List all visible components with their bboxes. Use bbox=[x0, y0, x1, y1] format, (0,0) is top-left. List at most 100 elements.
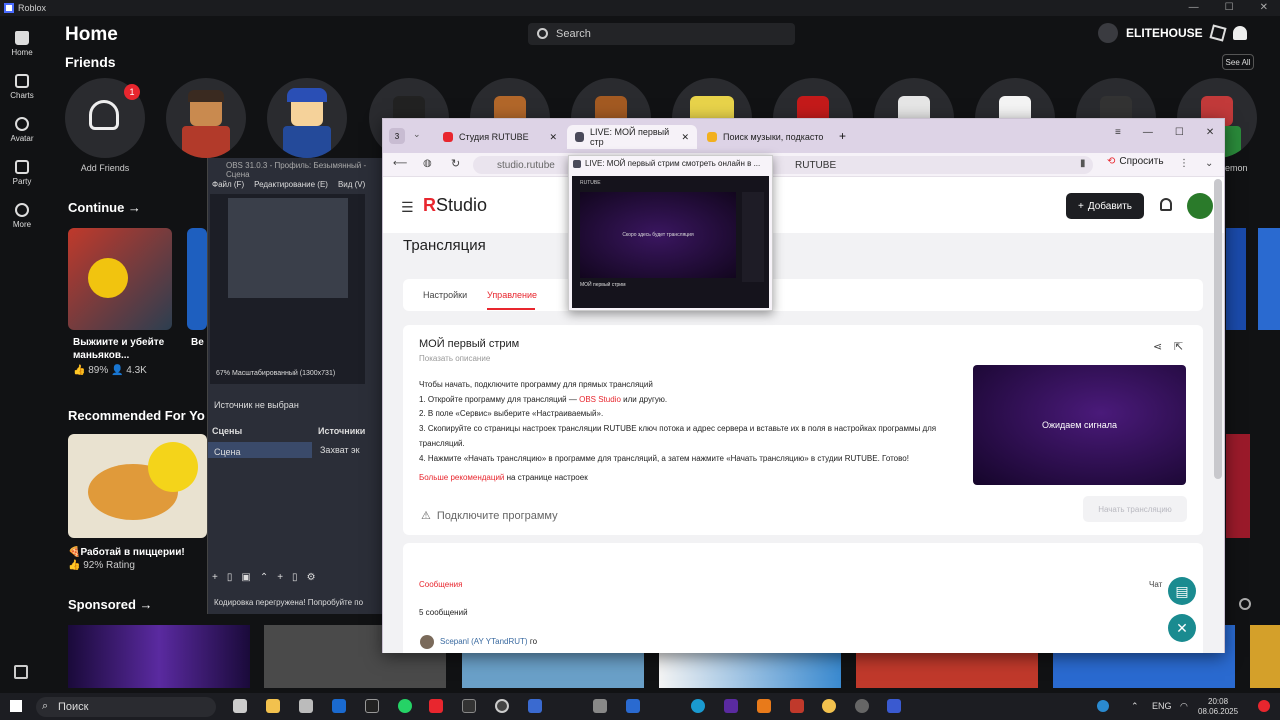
tab-live-stream[interactable]: LIVE: МОЙ первый стр ✕ bbox=[567, 125, 697, 149]
obs-menu-view[interactable]: Вид (V) bbox=[338, 180, 365, 189]
info-icon[interactable] bbox=[1239, 598, 1251, 610]
close-icon[interactable]: ✕ bbox=[1260, 2, 1268, 13]
amazon-icon[interactable] bbox=[365, 699, 379, 713]
clock[interactable]: 20:08 08.06.2025 bbox=[1198, 697, 1238, 717]
url-field[interactable]: studio.rutube RUTUBE bbox=[473, 156, 1093, 174]
obs-preview[interactable]: 67% Масштабированный (1300x731) bbox=[210, 194, 365, 384]
outlook-icon[interactable] bbox=[332, 699, 346, 713]
continue-title[interactable]: Continue → bbox=[68, 200, 141, 215]
app-icon[interactable] bbox=[757, 699, 771, 713]
show-description-link[interactable]: Показать описание bbox=[419, 354, 490, 363]
user-avatar[interactable] bbox=[1187, 193, 1213, 219]
nav-avatar[interactable]: Avatar bbox=[0, 108, 44, 151]
wifi-icon[interactable]: ◠ bbox=[1180, 701, 1188, 712]
filter-icon[interactable]: ▣ bbox=[241, 572, 250, 583]
tab-settings[interactable]: Настройки bbox=[423, 290, 467, 300]
game-tile[interactable] bbox=[187, 228, 207, 330]
capcut-icon[interactable] bbox=[462, 699, 476, 713]
game-tile[interactable] bbox=[68, 228, 172, 330]
notification-icon[interactable] bbox=[1258, 700, 1270, 712]
windows-start-icon[interactable] bbox=[10, 700, 22, 712]
app-icon[interactable] bbox=[429, 699, 443, 713]
tab-count[interactable]: 3 bbox=[389, 128, 405, 144]
new-tab-icon[interactable]: + bbox=[839, 129, 846, 143]
rutube-studio-logo[interactable]: RStudio bbox=[423, 195, 487, 216]
app-icon[interactable] bbox=[724, 699, 738, 713]
close-icon[interactable]: ✕ bbox=[1206, 127, 1214, 138]
username[interactable]: ELITEHOUSE bbox=[1126, 26, 1203, 40]
obs-scene-item[interactable]: Сцена bbox=[208, 442, 312, 458]
maximize-icon[interactable]: ☐ bbox=[1175, 127, 1184, 138]
game-tile[interactable] bbox=[1226, 434, 1250, 538]
chat-float-icon[interactable]: ▤ bbox=[1168, 577, 1196, 605]
search-input[interactable]: Search bbox=[528, 23, 795, 45]
obs-menu-edit[interactable]: Редактирование (E) bbox=[254, 180, 328, 189]
file-explorer-icon[interactable] bbox=[266, 699, 280, 713]
minimize-icon[interactable]: — bbox=[1143, 127, 1153, 138]
message-author[interactable]: Scepanl (AY YTandRUT) bbox=[440, 637, 528, 646]
add-icon[interactable]: + bbox=[212, 572, 218, 583]
obs-source-item[interactable]: Захват эк bbox=[320, 445, 360, 455]
tabs-menu-icon[interactable]: ≡ bbox=[1115, 127, 1121, 138]
external-link-icon[interactable]: ⇱ bbox=[1174, 340, 1183, 353]
reload-icon[interactable]: ↻ bbox=[451, 157, 460, 170]
hamburger-icon[interactable]: ☰ bbox=[401, 199, 414, 216]
app-icon[interactable] bbox=[626, 699, 640, 713]
friends-title[interactable]: Friends bbox=[65, 54, 116, 70]
edge-icon[interactable] bbox=[691, 699, 705, 713]
tab-close-icon[interactable]: ✕ bbox=[681, 132, 689, 143]
roblox-menu-icon[interactable] bbox=[14, 665, 28, 679]
app-icon[interactable] bbox=[855, 699, 869, 713]
task-view-icon[interactable] bbox=[233, 699, 247, 713]
game-title[interactable]: 🍕Работай в пиццерии! bbox=[68, 546, 185, 559]
gear-icon[interactable]: ⚙ bbox=[307, 572, 316, 583]
back-icon[interactable]: ⟵ bbox=[393, 158, 407, 169]
trash-icon[interactable]: ▯ bbox=[227, 572, 233, 583]
user-menu[interactable]: ELITEHOUSE bbox=[1098, 23, 1247, 43]
downloads-icon[interactable]: ⌄ bbox=[1205, 158, 1213, 169]
minimize-icon[interactable]: — bbox=[1189, 2, 1199, 13]
obs-menu-file[interactable]: Файл (F) bbox=[212, 180, 244, 189]
stream-preview[interactable]: Ожидаем сигнала bbox=[973, 365, 1186, 485]
tab-management[interactable]: Управление bbox=[487, 290, 537, 300]
notification-bell-icon[interactable] bbox=[1160, 198, 1172, 211]
app-icon[interactable] bbox=[528, 699, 542, 713]
game-title[interactable]: Выжиите и убейте маньяков... bbox=[73, 336, 173, 362]
add-icon[interactable]: + bbox=[277, 572, 283, 583]
game-tile[interactable] bbox=[1258, 228, 1280, 330]
app-icon[interactable] bbox=[593, 699, 607, 713]
obs-studio-link[interactable]: OBS Studio bbox=[579, 395, 621, 404]
yandex-browser-icon[interactable] bbox=[822, 699, 836, 713]
more-recommendations-link[interactable]: Больше рекомендаций bbox=[419, 473, 504, 482]
tab-music-search[interactable]: Поиск музыки, подкасто bbox=[699, 125, 839, 149]
whatsapp-icon[interactable] bbox=[398, 699, 412, 713]
roblox-studio-icon[interactable] bbox=[887, 699, 901, 713]
nav-charts[interactable]: Charts bbox=[0, 65, 44, 108]
friend-avatar[interactable] bbox=[166, 78, 246, 158]
add-button[interactable]: + Добавить bbox=[1066, 193, 1144, 219]
sponsored-tile[interactable] bbox=[1250, 625, 1280, 688]
maximize-icon[interactable]: ☐ bbox=[1225, 2, 1234, 13]
language-indicator[interactable]: ENG bbox=[1152, 701, 1172, 711]
store-icon[interactable] bbox=[299, 699, 313, 713]
tab-list-chevron-icon[interactable]: ⌄ bbox=[413, 129, 421, 140]
game-title[interactable]: Ве bbox=[191, 336, 204, 349]
tab-chat[interactable]: Чат bbox=[1149, 580, 1162, 589]
recommended-title[interactable]: Recommended For Yo bbox=[68, 408, 205, 423]
notification-bell-icon[interactable] bbox=[1232, 26, 1247, 40]
sponsored-title[interactable]: Sponsored → bbox=[68, 597, 153, 612]
close-float-icon[interactable]: ✕ bbox=[1168, 614, 1196, 642]
bookmark-icon[interactable]: ▮ bbox=[1080, 158, 1086, 169]
page-scrollbar[interactable] bbox=[1214, 179, 1222, 479]
game-tile[interactable] bbox=[1226, 228, 1246, 330]
robux-icon[interactable] bbox=[1209, 24, 1227, 42]
app-icon[interactable] bbox=[790, 699, 804, 713]
share-icon[interactable]: ⋖ bbox=[1153, 340, 1162, 353]
help-icon[interactable] bbox=[1097, 700, 1109, 712]
nav-more[interactable]: More bbox=[0, 194, 44, 237]
up-icon[interactable]: ⌃ bbox=[260, 572, 268, 583]
more-icon[interactable]: ⋮ bbox=[1179, 158, 1189, 169]
trash-icon[interactable]: ▯ bbox=[292, 572, 298, 583]
ask-button[interactable]: ⟲ Спросить bbox=[1107, 156, 1164, 167]
start-stream-button[interactable]: Начать трансляцию bbox=[1083, 496, 1187, 522]
